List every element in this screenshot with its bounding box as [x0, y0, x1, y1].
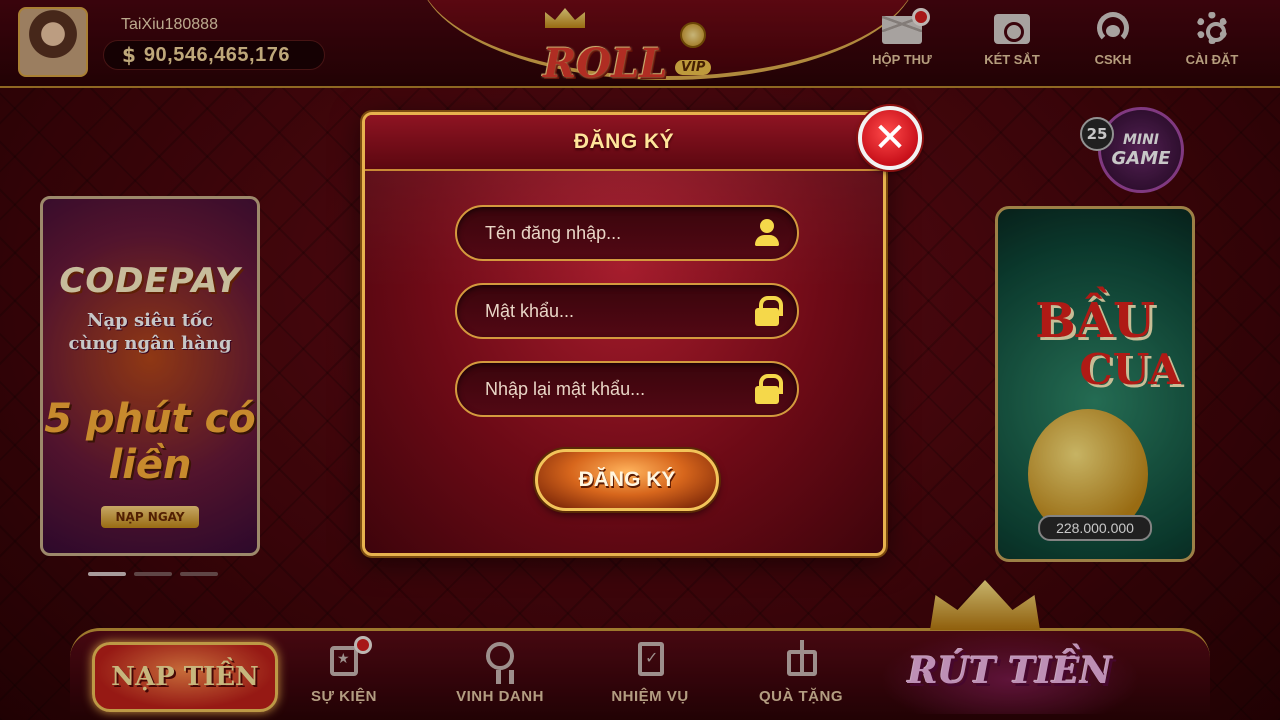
user-icon: [753, 217, 781, 249]
password-field[interactable]: [455, 283, 799, 339]
register-submit-button[interactable]: ĐĂNG KÝ: [535, 449, 719, 511]
lock-icon: [753, 295, 783, 327]
username-input[interactable]: [485, 222, 753, 244]
confirm-password-field[interactable]: [455, 361, 799, 417]
modal-header: ĐĂNG KÝ: [365, 115, 883, 171]
close-icon[interactable]: ✕: [858, 106, 922, 170]
password-input[interactable]: [485, 300, 753, 322]
lock-icon: [753, 373, 783, 405]
modal-title: ĐĂNG KÝ: [573, 130, 675, 153]
confirm-password-input[interactable]: [485, 378, 753, 400]
username-field[interactable]: [455, 205, 799, 261]
register-modal: ĐĂNG KÝ ĐĂNG KÝ: [362, 112, 886, 556]
